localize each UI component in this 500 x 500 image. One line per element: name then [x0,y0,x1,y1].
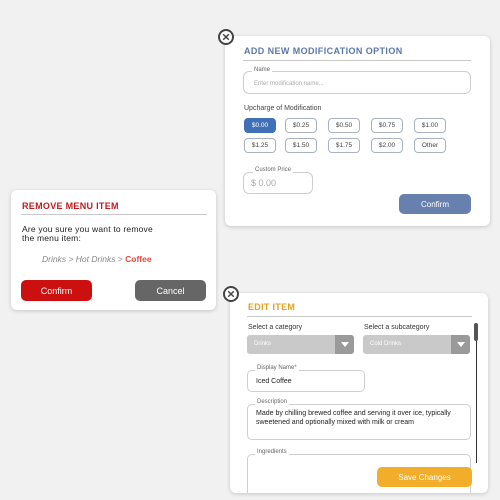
price-chip-0-00[interactable]: $0.00 [244,118,276,133]
dialog-title: EDIT ITEM [248,302,296,312]
upcharge-label: Upcharge of Modification [244,105,322,112]
category-select-value: Drinks [254,341,272,347]
name-placeholder: Enter modification name... [254,81,324,87]
price-chip-1-75[interactable]: $1.75 [328,138,360,153]
confirm-button[interactable]: Confirm [21,280,92,301]
title-divider [247,316,472,317]
confirm-button[interactable]: Confirm [399,194,471,214]
price-chip-2-00[interactable]: $2.00 [371,138,403,153]
remove-menu-item-dialog: REMOVE MENU ITEM Are you sure you want t… [11,190,216,310]
item-path-prefix: Drinks > Hot Drinks > [42,254,126,264]
price-chip-0-50[interactable]: $0.50 [328,118,360,133]
description-value: Made by chilling brewed coffee and servi… [256,410,451,426]
name-field-label: Name [252,67,273,73]
price-chip-1-25[interactable]: $1.25 [244,138,276,153]
edit-item-dialog: EDIT ITEM Select a category Select a sub… [230,293,488,493]
ingredients-label: Ingredients [255,449,289,455]
chevron-down-icon [335,335,354,354]
price-chip-1-50[interactable]: $1.50 [285,138,317,153]
cancel-button[interactable]: Cancel [135,280,206,301]
name-field[interactable]: Enter modification name... [243,71,471,94]
price-chip-1-00[interactable]: $1.00 [414,118,446,133]
add-modification-dialog: ADD NEW MODIFICATION OPTION Enter modifi… [225,36,490,226]
display-name-value: Iced Coffee [256,378,292,385]
price-chip-other[interactable]: Other [414,138,446,153]
subcategory-select-value: Cold Drinks [370,341,402,347]
display-name-label: Display Name* [255,365,299,371]
category-select[interactable]: Drinks [247,335,354,354]
close-circle-icon[interactable] [223,286,239,302]
custom-price-field[interactable]: $ 0.00 [243,172,313,194]
save-changes-button[interactable]: Save Changes [377,467,472,487]
description-label: Description [255,399,290,405]
subcategory-select[interactable]: Cold Drinks [363,335,470,354]
price-chip-0-75[interactable]: $0.75 [371,118,403,133]
custom-price-placeholder: $ 0.00 [251,178,277,188]
item-path-name: Coffee [125,254,152,264]
title-divider [21,214,207,215]
description-field[interactable]: Made by chilling brewed coffee and servi… [247,404,471,440]
custom-price-label: Custom Price [253,167,294,173]
close-circle-icon[interactable] [218,29,234,45]
scrollbar-thumb[interactable] [474,323,478,341]
item-path: Drinks > Hot Drinks > Coffee [42,254,152,264]
dialog-title: ADD NEW MODIFICATION OPTION [244,46,403,56]
chevron-down-icon [451,335,470,354]
price-chip-0-25[interactable]: $0.25 [285,118,317,133]
subcategory-label: Select a subcategory [364,324,430,331]
confirm-question-line2: the menu item: [22,233,82,243]
dialog-title: REMOVE MENU ITEM [22,201,119,211]
display-name-field[interactable]: Iced Coffee [247,370,365,392]
category-label: Select a category [248,324,303,331]
title-divider [243,60,471,61]
scrollbar-track[interactable] [476,341,477,463]
